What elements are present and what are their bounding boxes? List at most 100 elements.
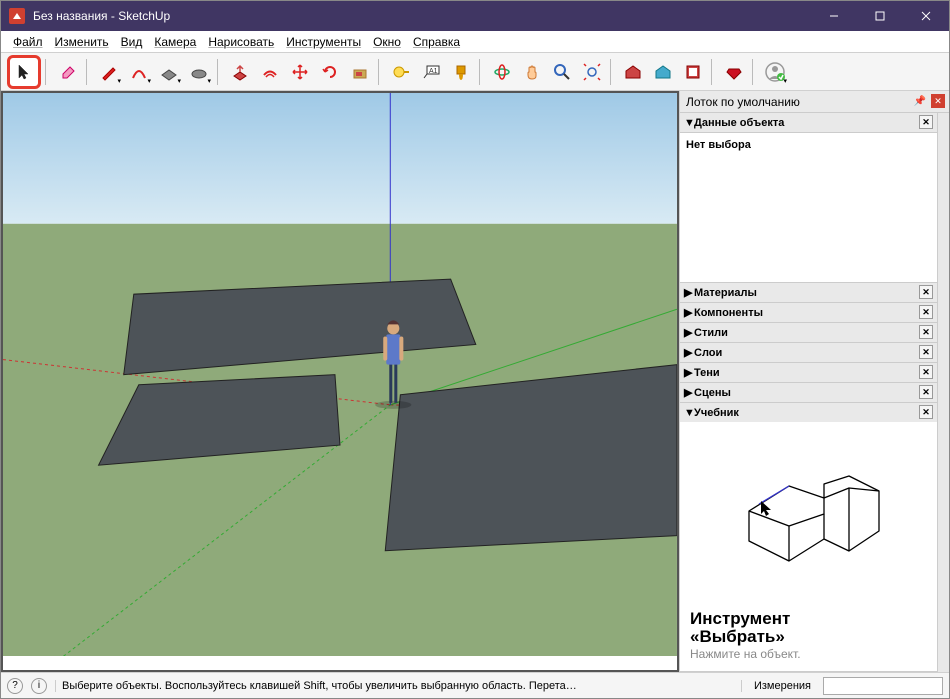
triangle-right-icon: ▶ xyxy=(684,286,694,299)
zoomext-icon xyxy=(582,62,602,82)
pushpull-tool[interactable] xyxy=(226,58,254,86)
3d-viewport[interactable] xyxy=(1,91,679,672)
triangle-down-icon: ▼ xyxy=(684,407,694,419)
layout-icon xyxy=(683,62,703,82)
menu-file[interactable]: Файл xyxy=(7,33,49,51)
menubar: Файл Изменить Вид Камера Нарисовать Инст… xyxy=(1,31,949,53)
eraser-icon xyxy=(58,62,78,82)
offset-icon xyxy=(260,62,280,82)
layout-tool[interactable] xyxy=(679,58,707,86)
panel-close-button[interactable]: ✕ xyxy=(919,345,933,359)
pan-tool[interactable] xyxy=(518,58,546,86)
panel-close-button[interactable]: ✕ xyxy=(919,385,933,399)
measurements-label: Измерения xyxy=(750,680,815,692)
panel-close-button[interactable]: ✕ xyxy=(919,405,933,419)
info-icon[interactable]: i xyxy=(31,678,47,694)
tutorial-illustration xyxy=(729,466,889,576)
tray-close-button[interactable]: ✕ xyxy=(931,94,945,108)
triangle-down-icon: ▼ xyxy=(684,117,694,129)
text-tool[interactable]: A1 xyxy=(417,58,445,86)
menu-help[interactable]: Справка xyxy=(407,33,466,51)
warehouse2-icon xyxy=(653,62,673,82)
panel-head-components[interactable]: ▶Компоненты✕ xyxy=(680,303,937,322)
user-tool[interactable] xyxy=(761,58,789,86)
text-icon: A1 xyxy=(421,62,441,82)
panel-close-button[interactable]: ✕ xyxy=(919,285,933,299)
triangle-right-icon: ▶ xyxy=(684,306,694,319)
select-tool[interactable] xyxy=(7,55,41,89)
eraser-tool[interactable] xyxy=(54,58,82,86)
minimize-button[interactable] xyxy=(811,1,857,31)
warehouse2-tool[interactable] xyxy=(649,58,677,86)
pushpull-icon xyxy=(230,62,250,82)
pin-icon[interactable]: 📌 xyxy=(913,94,927,108)
panel-close-button[interactable]: ✕ xyxy=(919,365,933,379)
tutorial-body: Инструмент«Выбрать» Нажмите на объект. xyxy=(680,422,937,671)
line-tool[interactable] xyxy=(95,58,123,86)
measurements-input[interactable] xyxy=(823,677,943,695)
move-tool[interactable] xyxy=(286,58,314,86)
panel-head-materials[interactable]: ▶Материалы✕ xyxy=(680,283,937,302)
zoom-icon xyxy=(552,62,572,82)
arc-icon xyxy=(129,62,149,82)
panel-head-tutorial[interactable]: ▼Учебник✕ xyxy=(680,403,937,422)
panel-close-button[interactable]: ✕ xyxy=(919,305,933,319)
pencil-icon xyxy=(99,62,119,82)
panel-entity-info: ▼ Данные объекта ✕ Нет выбора xyxy=(680,113,937,283)
menu-edit[interactable]: Изменить xyxy=(49,33,115,51)
maximize-button[interactable] xyxy=(857,1,903,31)
panel-head-layers[interactable]: ▶Слои✕ xyxy=(680,343,937,362)
status-text: Выберите объекты. Воспользуйтесь клавише… xyxy=(55,680,742,692)
triangle-right-icon: ▶ xyxy=(684,326,694,339)
orbit-tool[interactable] xyxy=(488,58,516,86)
menu-window[interactable]: Окно xyxy=(367,33,407,51)
tray-header[interactable]: Лоток по умолчанию 📌 ✕ xyxy=(680,91,949,113)
ruby-icon xyxy=(724,62,744,82)
menu-camera[interactable]: Камера xyxy=(148,33,202,51)
close-button[interactable] xyxy=(903,1,949,31)
triangle-right-icon: ▶ xyxy=(684,346,694,359)
warehouse-icon xyxy=(623,62,643,82)
menu-view[interactable]: Вид xyxy=(115,33,149,51)
rectangle-tool[interactable] xyxy=(155,58,183,86)
panel-close-button[interactable]: ✕ xyxy=(919,325,933,339)
paint-tool[interactable] xyxy=(447,58,475,86)
tape-tool[interactable] xyxy=(387,58,415,86)
svg-text:A1: A1 xyxy=(429,68,438,75)
circle-icon xyxy=(189,62,209,82)
entity-info-body: Нет выбора xyxy=(680,132,937,282)
circle-tool[interactable] xyxy=(185,58,213,86)
arc-tool[interactable] xyxy=(125,58,153,86)
user-icon xyxy=(764,61,786,83)
rect-icon xyxy=(159,62,179,82)
orbit-icon xyxy=(492,62,512,82)
offset-tool[interactable] xyxy=(256,58,284,86)
rotate-icon xyxy=(320,62,340,82)
window-title: Без названия - SketchUp xyxy=(33,9,811,23)
rotate-tool[interactable] xyxy=(316,58,344,86)
app-icon xyxy=(9,8,25,24)
tape-icon xyxy=(391,62,411,82)
panel-close-button[interactable]: ✕ xyxy=(919,115,933,129)
scale-tool[interactable] xyxy=(346,58,374,86)
extensions-tool[interactable] xyxy=(720,58,748,86)
menu-draw[interactable]: Нарисовать xyxy=(202,33,280,51)
paint-icon xyxy=(451,62,471,82)
help-icon[interactable]: ? xyxy=(7,678,23,694)
panel-head-entity-info[interactable]: ▼ Данные объекта ✕ xyxy=(680,113,937,132)
triangle-right-icon: ▶ xyxy=(684,366,694,379)
panel-head-scenes[interactable]: ▶Сцены✕ xyxy=(680,383,937,402)
tray-scrollbar[interactable] xyxy=(937,113,949,672)
toolbar: A1 xyxy=(1,53,949,91)
scale-icon xyxy=(350,62,370,82)
warehouse-tool[interactable] xyxy=(619,58,647,86)
panel-head-shadows[interactable]: ▶Тени✕ xyxy=(680,363,937,382)
zoom-extents-tool[interactable] xyxy=(578,58,606,86)
panel-head-styles[interactable]: ▶Стили✕ xyxy=(680,323,937,342)
cursor-icon xyxy=(15,63,33,81)
statusbar: ? i Выберите объекты. Воспользуйтесь кла… xyxy=(1,672,949,698)
triangle-right-icon: ▶ xyxy=(684,386,694,399)
menu-tools[interactable]: Инструменты xyxy=(280,33,367,51)
zoom-tool[interactable] xyxy=(548,58,576,86)
move-icon xyxy=(290,62,310,82)
